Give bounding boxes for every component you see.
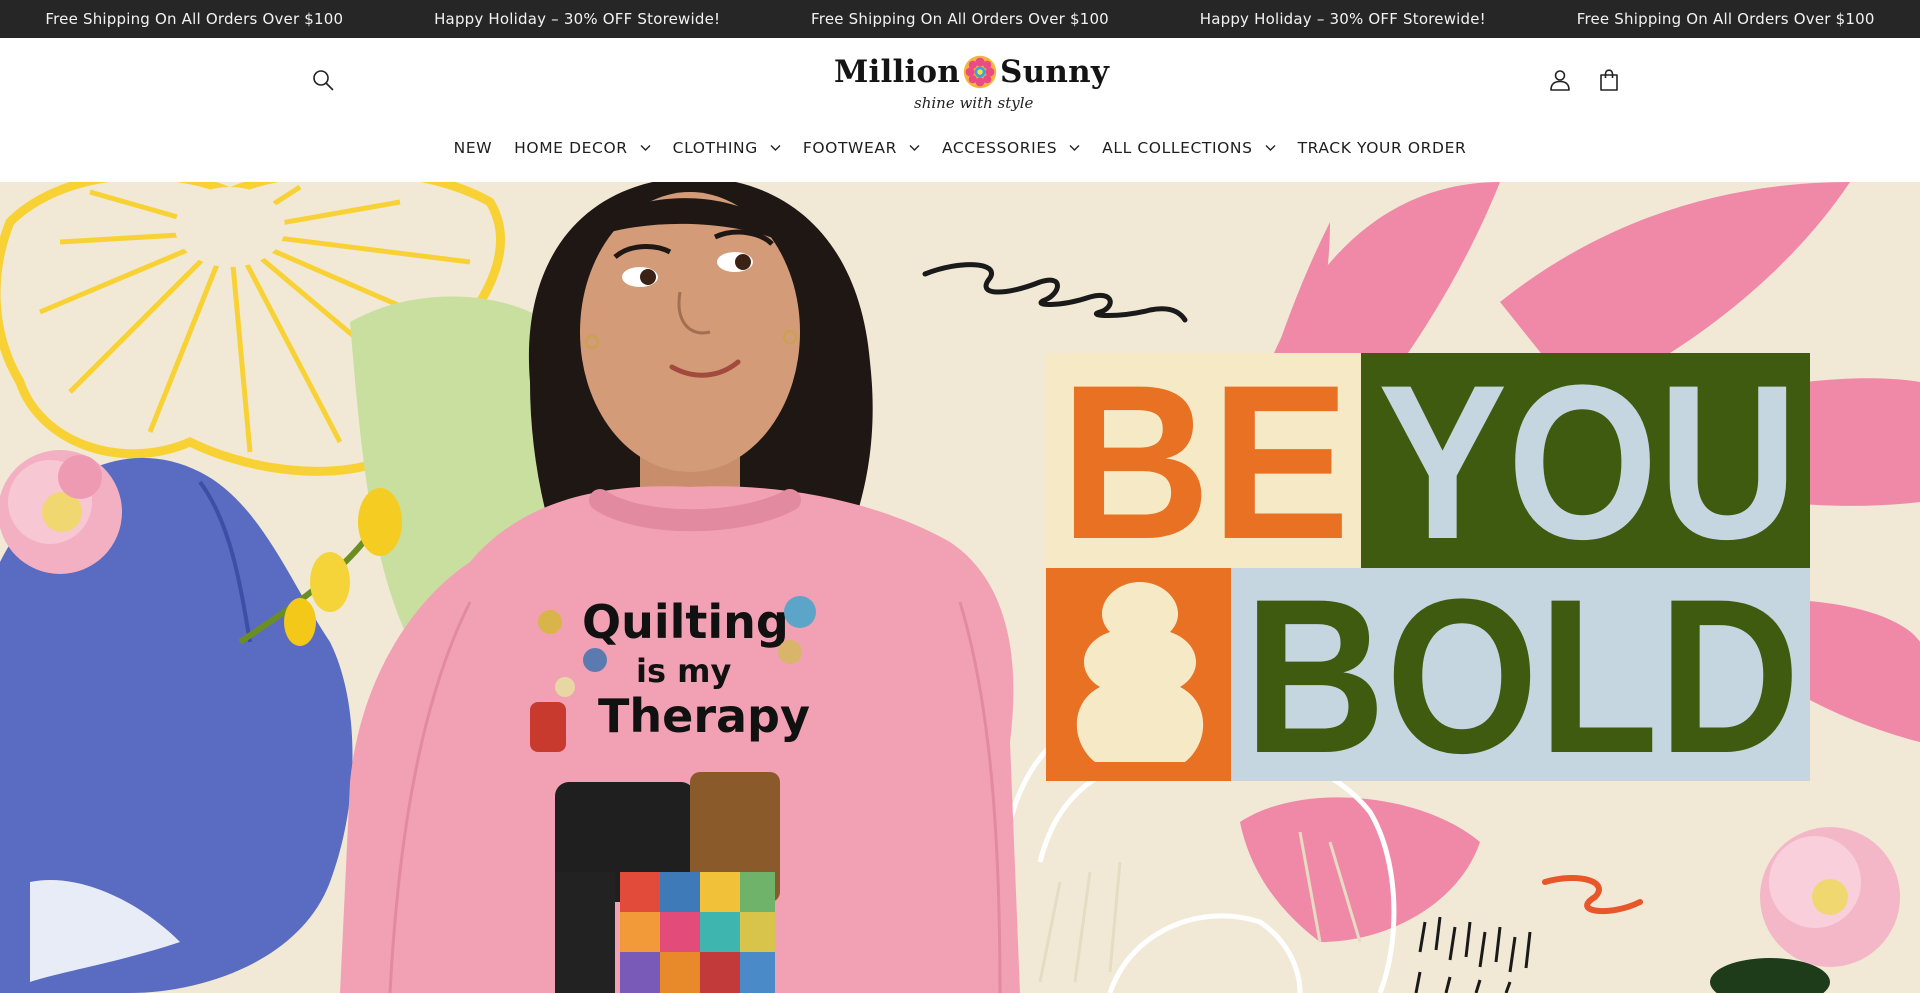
announcement-message: Happy Holiday – 30% OFF Storewide!	[434, 10, 721, 28]
chevron-down-icon	[770, 145, 781, 151]
headline-bold: BOLD	[1244, 553, 1800, 799]
shirt-text-line2: is my	[636, 652, 732, 690]
shirt-text-line3: Therapy	[598, 689, 810, 743]
logo-text-million: Million	[834, 54, 961, 90]
nav-item-label: FOOTWEAR	[802, 139, 897, 157]
nav-item-label: CLOTHING	[672, 139, 758, 157]
user-icon	[1550, 70, 1570, 91]
site-header: Million Sunny shine with style NEW HOME …	[0, 38, 1920, 182]
nav-item-label: HOME DECOR	[514, 139, 628, 157]
hero-artwork: BE YOU BOLD Quilting is my Therapy	[0, 182, 1920, 993]
search-button[interactable]	[305, 62, 341, 98]
chevron-down-icon	[1265, 145, 1276, 151]
search-icon	[313, 70, 334, 91]
announcement-message: Happy Holiday – 30% OFF Storewide!	[1199, 10, 1486, 28]
main-navigation: NEW HOME DECOR CLOTHING FOOTWEAR ACCESSO…	[0, 130, 1920, 166]
nav-item-label: ALL COLLECTIONS	[1102, 139, 1253, 157]
site-logo[interactable]: Million Sunny shine with style	[830, 50, 1109, 114]
headline-be: BE	[1060, 339, 1350, 585]
nav-item-label: NEW	[453, 139, 493, 157]
shirt-text-line1: Quilting	[582, 595, 789, 649]
nav-item-track-order[interactable]: TRACK YOUR ORDER	[1287, 139, 1478, 157]
nav-item-label: ACCESSORIES	[941, 139, 1058, 157]
hero-banner[interactable]: BE YOU BOLD Quilting is my Therapy	[0, 182, 1920, 993]
announcement-bar: Free Shipping On All Orders Over $100 Ha…	[0, 0, 1920, 38]
shopping-bag-icon	[1600, 69, 1618, 91]
logo-text-sunny: Sunny	[1000, 54, 1110, 90]
chevron-down-icon	[1069, 145, 1080, 151]
nav-item-footwear[interactable]: FOOTWEAR	[792, 139, 931, 157]
nav-item-new[interactable]: NEW	[443, 139, 504, 157]
pink-peony-left	[0, 450, 122, 574]
logo-tagline: shine with style	[914, 94, 1034, 112]
cart-button[interactable]	[1591, 62, 1627, 98]
announcement-message: Free Shipping On All Orders Over $100	[1576, 10, 1875, 28]
account-button[interactable]	[1542, 62, 1578, 98]
nav-item-label: TRACK YOUR ORDER	[1297, 139, 1467, 157]
chevron-down-icon	[909, 145, 920, 151]
announcement-message: Free Shipping On All Orders Over $100	[811, 10, 1109, 28]
nav-item-all-collections[interactable]: ALL COLLECTIONS	[1091, 139, 1286, 157]
chevron-down-icon	[640, 145, 651, 151]
headline-you: YOU	[1378, 339, 1798, 585]
nav-item-accessories[interactable]: ACCESSORIES	[931, 139, 1091, 157]
sun-flower-logo-icon	[963, 55, 997, 89]
nav-item-clothing[interactable]: CLOTHING	[662, 139, 792, 157]
announcement-message: Free Shipping On All Orders Over $100	[45, 10, 344, 28]
nav-item-home-decor[interactable]: HOME DECOR	[503, 139, 661, 157]
